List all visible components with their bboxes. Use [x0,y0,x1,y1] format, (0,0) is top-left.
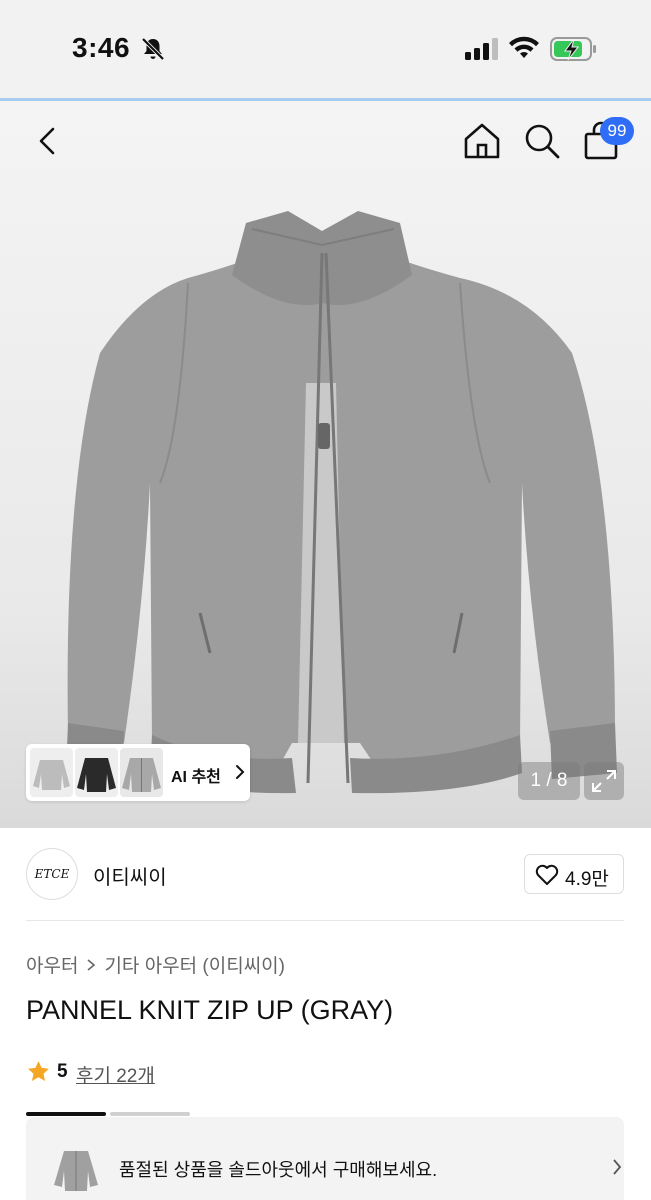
bell-slash-icon [141,37,165,61]
soldout-banner[interactable]: 품절된 상품을 솔드아웃에서 구매해보세요. [26,1117,624,1200]
soldout-product-thumbnail [54,1151,98,1191]
expand-icon [592,770,616,792]
brand-logo[interactable]: ETCE [26,848,78,900]
ai-thumb-gray-sweater[interactable] [30,748,73,797]
star-icon [28,1061,49,1081]
expand-image-button[interactable] [584,762,624,800]
like-button[interactable]: 4.9만 [524,854,624,894]
soldout-message: 품절된 상품을 솔드아웃에서 구매해보세요. [119,1160,438,1180]
heart-icon [535,864,559,885]
status-time: 3:46 [72,32,131,63]
cellular-signal-icon [465,38,498,60]
tab-indicator-active [26,1112,106,1116]
back-icon[interactable] [28,121,68,161]
chevron-right-icon [613,1159,622,1175]
ai-thumb-gray-zipup[interactable] [120,748,163,797]
divider [26,920,624,921]
ai-recommend-label: AI 추천 [171,769,221,786]
product-title: PANNEL KNIT ZIP UP (GRAY) [26,995,394,1025]
ai-thumb-black-jacket[interactable] [75,748,118,797]
breadcrumb-subcategory[interactable]: 기타 아우터 (이티씨이) [104,956,285,977]
image-page-indicator: 1 / 8 [518,762,580,800]
review-count-link[interactable]: 후기 22개 [76,1061,155,1088]
search-icon[interactable] [520,119,564,163]
product-image-gallery[interactable]: 99 AI 추천 1 / 8 [0,101,651,828]
brand-name-link[interactable]: 이티씨이 [93,861,167,890]
rating-score: 5 [57,1061,68,1082]
product-photo [66,211,617,794]
breadcrumb: 아우터 기타 아우터 (이티씨이) [26,951,285,978]
breadcrumb-category[interactable]: 아우터 [26,956,78,977]
like-count: 4.9만 [565,869,609,890]
chevron-right-icon [236,765,245,779]
tab-indicator [110,1112,190,1116]
wifi-icon [509,36,539,58]
cart-count-badge: 99 [600,117,634,145]
chevron-right-icon [86,956,96,978]
ai-recommend-card[interactable]: AI 추천 [26,744,250,801]
battery-charging-icon [550,37,596,61]
status-bar: 3:46 [0,0,651,98]
home-icon[interactable] [460,119,504,163]
